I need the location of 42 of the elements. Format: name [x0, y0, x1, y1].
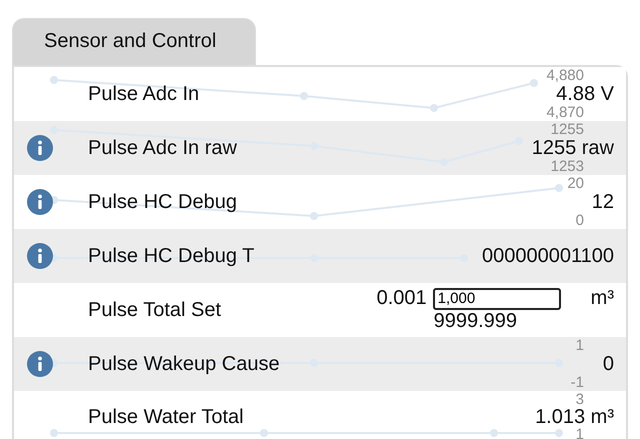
row-label: Pulse Adc In raw	[88, 136, 237, 160]
row-value: 12	[592, 190, 614, 214]
row-label: Pulse HC Debug T	[88, 244, 254, 268]
scale-max-label: 1	[576, 338, 584, 353]
sparkline-point	[50, 429, 58, 437]
unit-label: m³	[590, 287, 614, 310]
scale-max-label: 20	[567, 176, 584, 191]
scale-min-label: 4,870	[546, 105, 584, 120]
scale-max-label: 1255	[550, 122, 584, 137]
info-icon[interactable]	[26, 188, 54, 216]
min-value: 0.001	[376, 287, 427, 310]
row-value: 000000001100	[482, 244, 614, 268]
sparkline-point	[430, 104, 438, 112]
sparkline-point	[530, 79, 538, 87]
row-label: Pulse HC Debug	[88, 190, 237, 214]
row-value: 1255 raw	[532, 136, 614, 160]
sparkline-point	[555, 429, 563, 437]
row-label: Pulse Adc In	[88, 82, 200, 106]
row-value: 1.013 m³	[535, 406, 614, 428]
row-value: 0	[602, 352, 614, 376]
number-input-field[interactable]: 1,000	[432, 288, 561, 310]
scale-min-label: -1	[570, 375, 584, 390]
sparkline-point	[50, 76, 58, 84]
scale-min-label: 1253	[550, 159, 584, 174]
info-icon[interactable]	[26, 134, 54, 162]
info-icon[interactable]	[26, 242, 54, 270]
scale-min-label: 1	[576, 427, 584, 439]
sparkline-point	[490, 429, 498, 437]
sparkline-point	[555, 184, 563, 192]
row-value: 4.88 V	[556, 82, 614, 106]
info-icon[interactable]	[26, 350, 54, 378]
row-label: Pulse Total Set	[88, 298, 222, 322]
max-value: 9999.999	[434, 310, 518, 333]
sparkline-point	[310, 212, 318, 220]
section-tab[interactable]: Sensor and Control	[12, 18, 256, 65]
scale-max-label: 4,880	[546, 68, 584, 83]
row-label: Pulse Wakeup Cause	[88, 352, 280, 376]
sparkline-point	[300, 92, 308, 100]
row-label: Pulse Water Total	[88, 406, 244, 428]
scale-max-label: 3	[576, 392, 584, 407]
sparkline-point	[260, 429, 268, 437]
scale-min-label: 0	[576, 213, 584, 228]
